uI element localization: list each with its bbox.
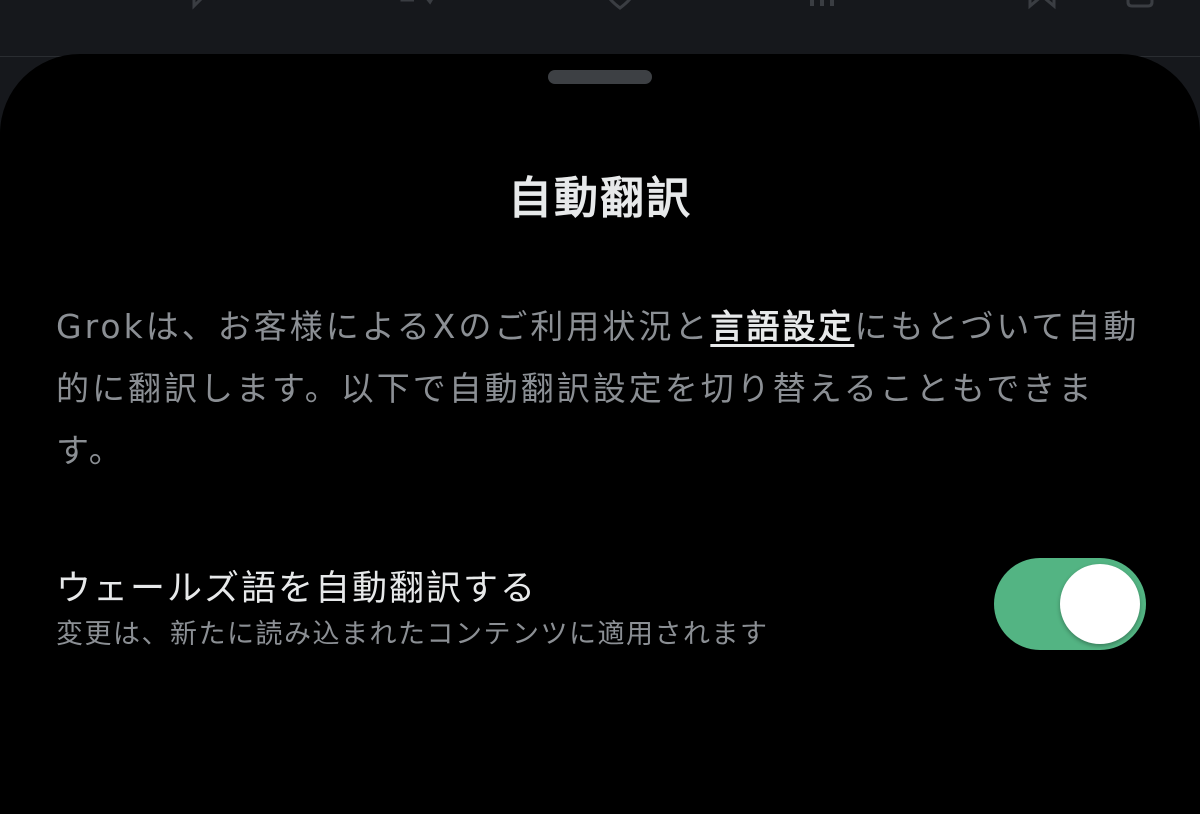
share-icon[interactable]	[1120, 0, 1160, 12]
post-action-bar	[0, 0, 1200, 57]
auto-translate-welsh-label: ウェールズ語を自動翻訳する	[56, 569, 538, 609]
sheet-title: 自動翻訳	[508, 173, 692, 224]
sheet-grabber[interactable]	[548, 70, 652, 84]
views-icon[interactable]	[806, 0, 916, 12]
auto-translate-welsh-toggle[interactable]	[994, 558, 1146, 650]
sheet-description: Grokは、お客様によるXのご利用状況と言語設定にもとづいて自動的に翻訳します。…	[56, 296, 1146, 482]
language-settings-link[interactable]: 言語設定	[710, 307, 854, 346]
description-text-before: Grokは、お客様によるXのご利用状況と	[56, 307, 711, 346]
reply-icon[interactable]	[184, 0, 224, 12]
bookmark-icon[interactable]	[1022, 0, 1062, 12]
toggle-knob	[1060, 564, 1140, 644]
auto-translate-sheet: 自動翻訳 Grokは、お客様によるXのご利用状況と言語設定にもとづいて自動的に翻…	[0, 54, 1200, 814]
auto-translate-welsh-sublabel: 変更は、新たに読み込まれたコンテンツに適用されます	[56, 619, 769, 650]
like-icon[interactable]	[600, 0, 640, 12]
repost-icon[interactable]	[396, 0, 436, 12]
